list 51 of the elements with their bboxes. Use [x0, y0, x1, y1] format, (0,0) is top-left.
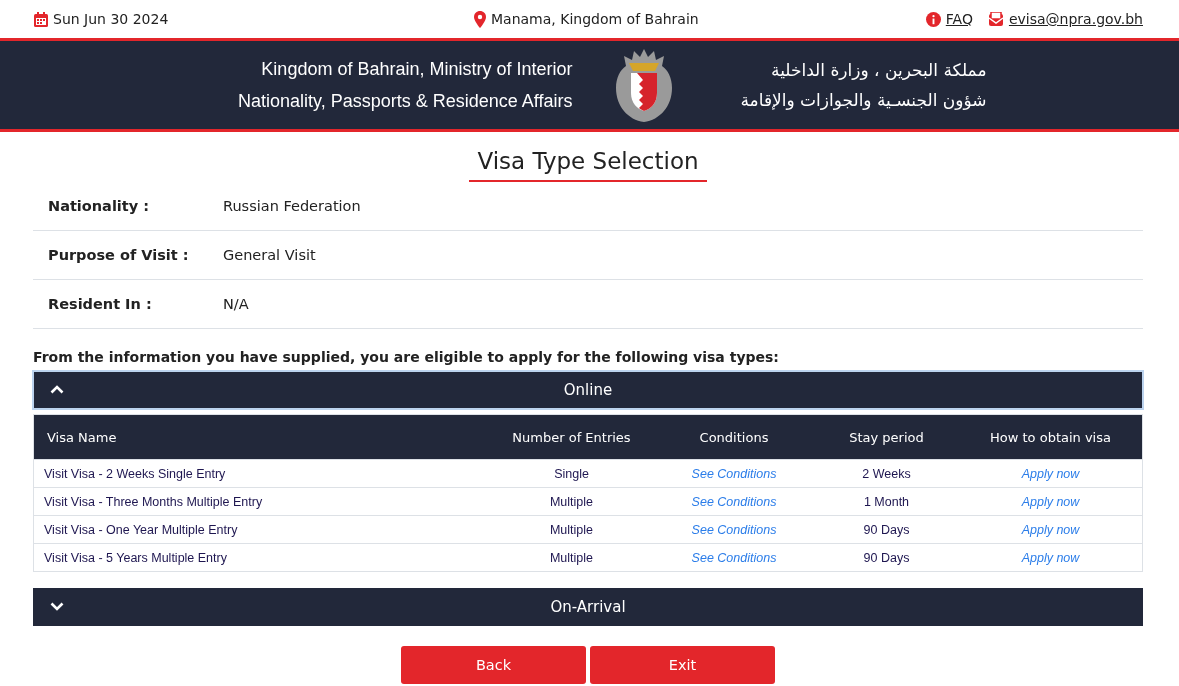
location-text: Manama, Kingdom of Bahrain [491, 11, 699, 27]
field-value: N/A [223, 296, 249, 312]
column-header: Conditions [698, 429, 770, 445]
column-header: Number of Entries [511, 429, 632, 445]
table-cell-text: Multiple [548, 494, 595, 509]
accordion-header[interactable]: On-Arrival [33, 588, 1143, 626]
column-header: How to obtain visa [989, 429, 1112, 445]
current-date: Sun Jun 30 2024 [53, 11, 169, 27]
field-label: Nationality : [48, 198, 151, 214]
table-cell-text: Multiple [548, 522, 595, 537]
info-icon [925, 11, 941, 27]
table-cell-text: Visit Visa - One Year Multiple Entry [43, 522, 239, 537]
table-cell-text: Visit Visa - Three Months Multiple Entry [43, 494, 264, 509]
ministry-name: Nationality, Passports & Residence Affairs [237, 90, 573, 113]
location-pin-icon [474, 10, 486, 28]
conditions-link[interactable]: See Conditions [691, 550, 777, 565]
conditions-link[interactable]: See Conditions [691, 522, 777, 537]
apply-link[interactable]: Apply now [1021, 522, 1080, 537]
table-cell-text: 90 Days [862, 522, 911, 537]
table-cell-text: Visit Visa - 5 Years Multiple Entry [43, 550, 228, 565]
apply-link[interactable]: Apply now [1021, 494, 1080, 509]
table-cell-text: 2 Weeks [861, 466, 912, 481]
table-cell-text: Multiple [548, 550, 595, 565]
table-cell-text: 1 Month [862, 494, 911, 509]
field-value: General Visit [223, 247, 316, 263]
conditions-link[interactable]: See Conditions [691, 494, 777, 509]
apply-link[interactable]: Apply now [1021, 466, 1080, 481]
caret-icon [50, 602, 64, 611]
faq-link[interactable]: FAQ [945, 11, 973, 27]
ministry-name-arabic: شؤون الجنسـية والجوازات والإقامة [739, 89, 987, 112]
caret-icon [50, 385, 64, 394]
field-label: Resident In : [48, 296, 153, 312]
column-header: Stay period [848, 429, 925, 445]
exit-button[interactable]: Exit [590, 646, 775, 684]
accordion-header[interactable]: Online [33, 371, 1143, 409]
field-label: Purpose of Visit : [48, 247, 190, 263]
eligibility-text: From the information you have supplied, you are eligible to apply for the following visa types: [33, 349, 780, 365]
ministry-name: Kingdom of Bahrain, Ministry of Interior [260, 58, 573, 81]
ministry-name-arabic: مملكة البحرين ، وزارة الداخلية [770, 59, 987, 82]
table-cell-text: 90 Days [862, 550, 911, 565]
back-button[interactable]: Back [401, 646, 586, 684]
conditions-link[interactable]: See Conditions [691, 466, 777, 481]
apply-link[interactable]: Apply now [1021, 550, 1080, 565]
table-cell-text: Visit Visa - 2 Weeks Single Entry [43, 466, 227, 481]
envelope-icon [987, 11, 1004, 27]
page-title: Visa Type Selection [469, 148, 707, 182]
column-header: Visa Name [46, 429, 118, 445]
email-link[interactable]: evisa@npra.gov.bh [1008, 11, 1143, 27]
table-cell-text: Single [553, 466, 590, 481]
calendar-icon [34, 11, 48, 27]
field-value: Russian Federation [223, 198, 361, 214]
